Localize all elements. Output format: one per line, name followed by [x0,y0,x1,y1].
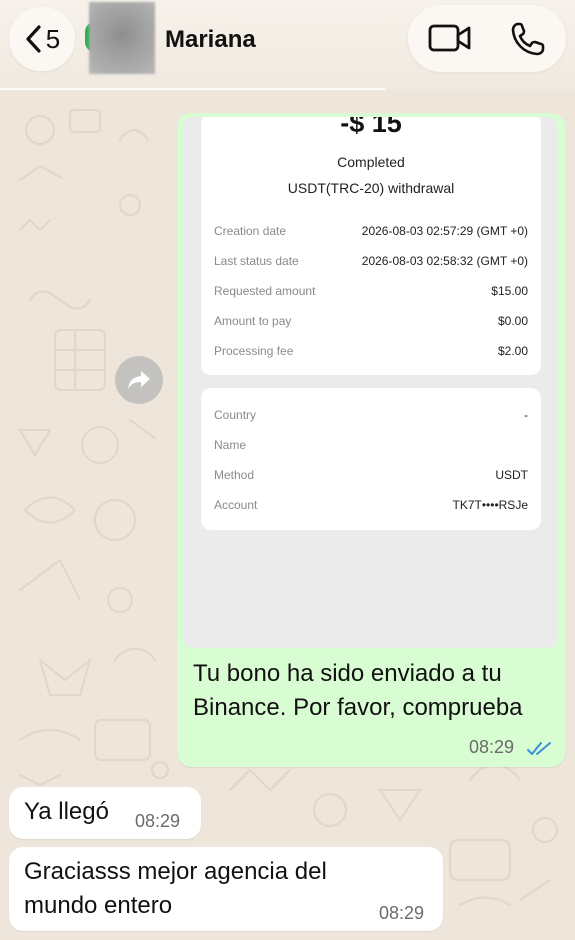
chevron-left-icon [26,25,41,53]
payee-row: Country - [214,408,528,424]
detail-value: $15.00 [491,284,528,298]
message-time: 08:29 [469,737,515,757]
detail-row: Last status date 2026-08-03 02:58:32 (GM… [214,254,528,270]
detail-row: Creation date 2026-08-03 02:57:29 (GMT +… [214,224,528,240]
message-text: Tu bono ha sido enviado a tu Binance. Po… [193,660,523,721]
payee-value: - [524,408,528,422]
message-time: 08:29 [135,811,181,831]
detail-value: $0.00 [497,314,528,328]
detail-row: Amount to pay $0.00 [214,314,528,330]
payee-label: Account [214,498,258,512]
receipt-amount: -$ 15 [340,117,402,138]
call-buttons [408,5,566,72]
payee-row: Account TK7T••••RSJe [214,498,528,514]
receipt-status: Completed [337,154,405,170]
payee-row: Method USDT [214,468,528,484]
message-text: Ya llegó [24,798,109,825]
detail-row: Requested amount $15.00 [214,284,528,300]
detail-value: $2.00 [497,344,528,358]
payee-value: TK7T••••RSJe [452,498,529,512]
payee-value: USDT [495,468,528,482]
chat-header: 5 Mariana [0,0,575,90]
message-time: 08:29 [379,903,425,923]
payee-label: Country [214,408,257,422]
double-check-icon [527,742,551,755]
detail-label: Creation date [214,224,287,238]
receipt-type: USDT(TRC-20) withdrawal [287,180,455,196]
phone-icon[interactable] [510,21,546,57]
receipt-summary-card: -$ 15 Completed USDT(TRC-20) withdrawal … [201,117,541,375]
incoming-message[interactable]: Graciasss mejor agencia del mundo entero… [9,847,443,931]
contact-name[interactable]: Mariana [165,26,256,54]
detail-value: 2026-08-03 02:58:32 (GMT +0) [361,254,528,268]
detail-label: Amount to pay [214,314,292,328]
back-button[interactable]: 5 [9,7,75,71]
detail-label: Last status date [214,254,299,268]
video-call-icon[interactable] [428,23,472,53]
forward-button[interactable] [115,356,163,404]
receipt-payee-card: Country - Name Method USDT Account TK7T•… [201,388,541,530]
detail-label: Requested amount [214,284,316,298]
incoming-message[interactable]: Ya llegó 08:29 [9,787,201,839]
avatar[interactable] [89,2,155,74]
detail-row: Processing fee $2.00 [214,344,528,360]
detail-label: Processing fee [214,344,294,358]
detail-value: 2026-08-03 02:57:29 (GMT +0) [361,224,528,238]
header-divider [0,88,385,90]
unread-count: 5 [45,23,61,54]
forward-icon [128,371,150,389]
payee-row: Name [214,438,528,454]
payee-label: Method [214,468,255,482]
receipt-screenshot[interactable]: -$ 15 Completed USDT(TRC-20) withdrawal … [183,117,557,648]
message-text: Graciasss mejor agencia del mundo entero [24,858,327,919]
payee-label: Name [214,438,247,452]
outgoing-message[interactable]: -$ 15 Completed USDT(TRC-20) withdrawal … [177,113,565,767]
